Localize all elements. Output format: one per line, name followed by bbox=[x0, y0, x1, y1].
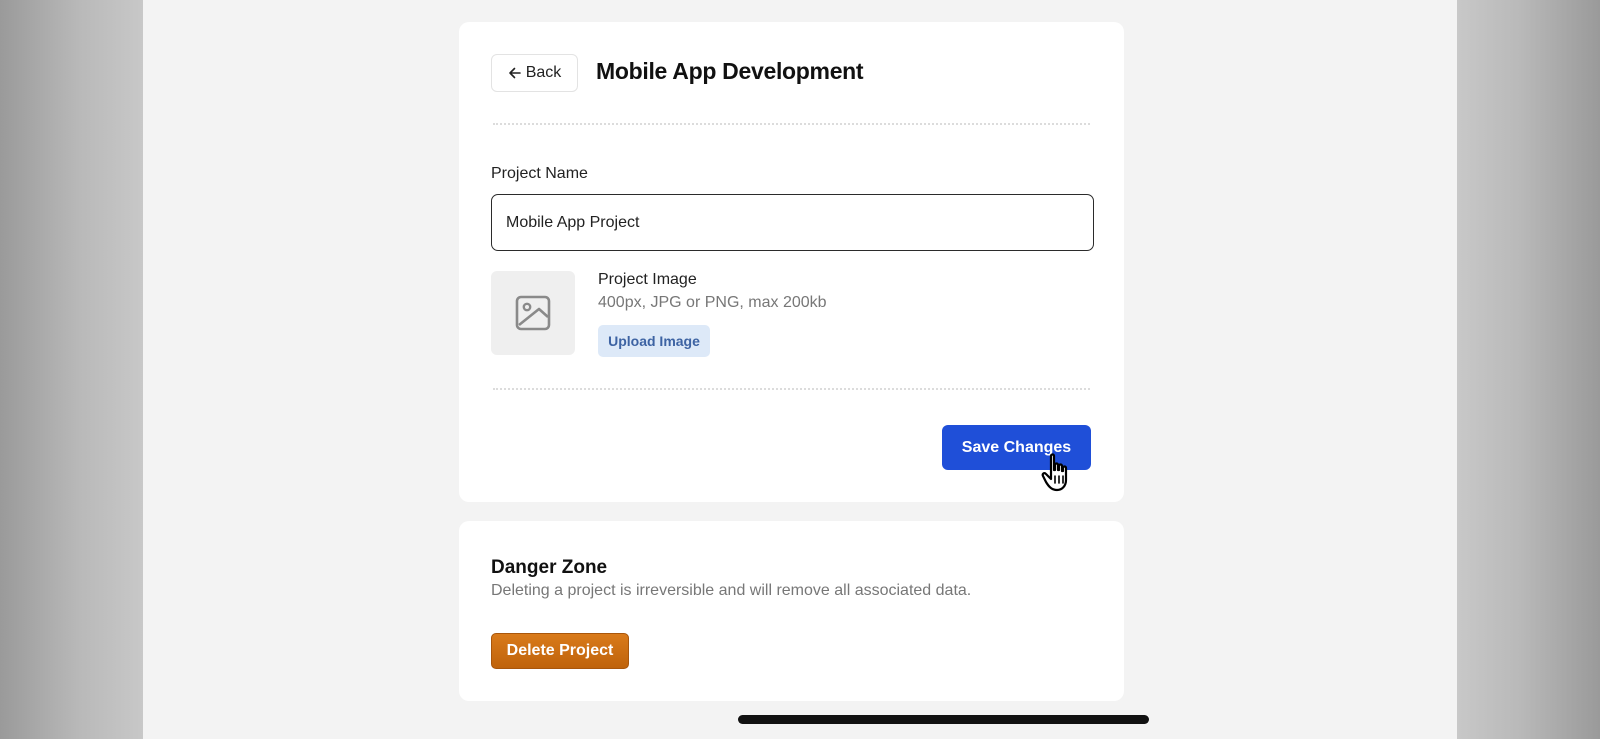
project-name-input[interactable] bbox=[491, 194, 1094, 251]
upload-image-button[interactable]: Upload Image bbox=[598, 325, 710, 357]
hand-pointer-icon bbox=[1041, 453, 1068, 492]
project-image-hint: 400px, JPG or PNG, max 200kb bbox=[598, 294, 827, 311]
project-settings-card: Back Mobile App Development Project Name… bbox=[459, 22, 1124, 502]
arrow-left-icon bbox=[508, 67, 521, 79]
back-button[interactable]: Back bbox=[491, 54, 578, 92]
project-image-preview bbox=[491, 271, 575, 355]
project-name-label: Project Name bbox=[491, 165, 588, 182]
back-button-label: Back bbox=[525, 64, 562, 81]
divider bbox=[493, 123, 1090, 125]
image-placeholder-icon bbox=[515, 295, 551, 331]
project-image-title: Project Image bbox=[598, 271, 697, 288]
danger-zone-description: Deleting a project is irreversible and w… bbox=[491, 582, 972, 599]
divider bbox=[493, 388, 1090, 390]
page-title: Mobile App Development bbox=[596, 58, 864, 84]
danger-zone-title: Danger Zone bbox=[491, 557, 608, 578]
danger-zone-card: Danger Zone Deleting a project is irreve… bbox=[459, 521, 1124, 701]
app-screen: Back Mobile App Development Project Name… bbox=[143, 0, 1457, 739]
delete-project-button[interactable]: Delete Project bbox=[491, 633, 629, 669]
home-indicator bbox=[738, 715, 1149, 724]
